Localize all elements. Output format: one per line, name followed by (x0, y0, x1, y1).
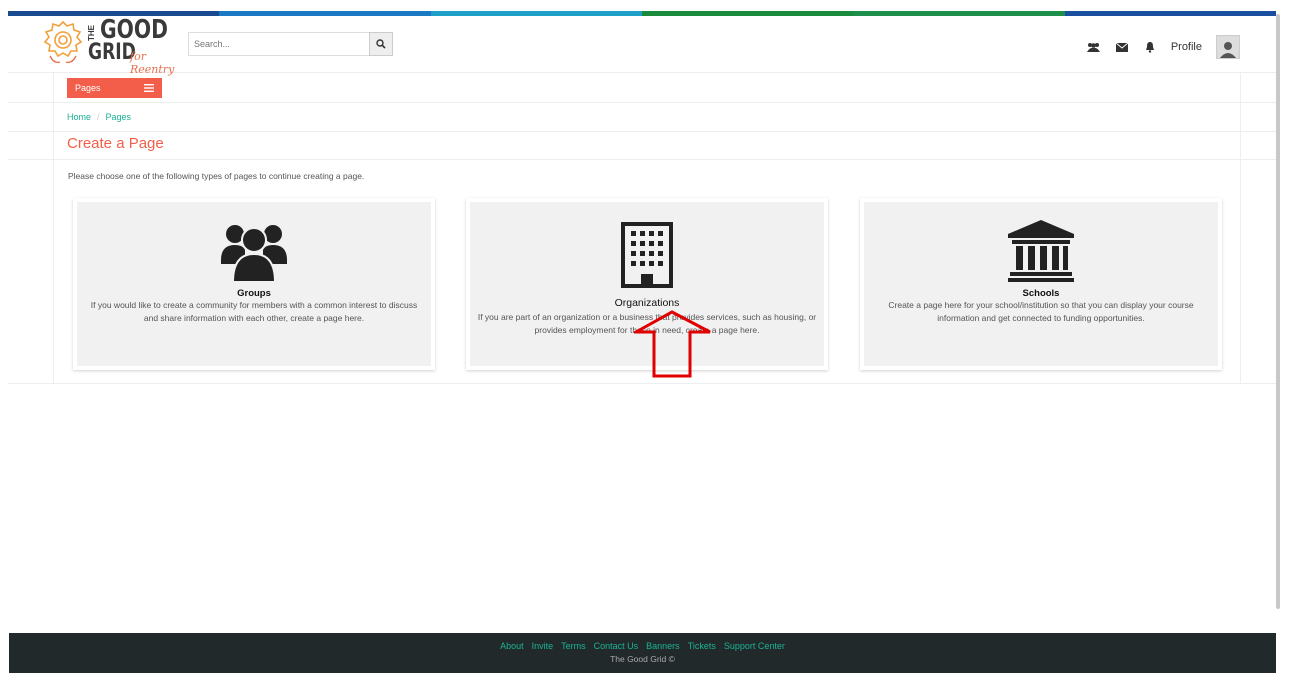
page-title: Create a Page (67, 135, 164, 152)
page-intro-text: Please choose one of the following types… (68, 171, 365, 181)
bell-icon[interactable] (1143, 40, 1157, 54)
footer-link-banners[interactable]: Banners (646, 641, 680, 651)
logo-grid-text: GRID (88, 40, 136, 65)
user-avatar-icon[interactable] (1216, 35, 1240, 59)
header-actions: Profile (1087, 35, 1240, 59)
envelope-icon[interactable] (1115, 40, 1129, 54)
breadcrumb-separator: / (97, 112, 100, 122)
annotation-arrow-icon (634, 310, 711, 378)
list-icon (144, 84, 154, 92)
footer-link-about[interactable]: About (500, 641, 524, 651)
breadcrumb-pages[interactable]: Pages (106, 112, 132, 122)
footer-copyright: The Good Grid © (610, 654, 675, 664)
card-schools-desc: Create a page here for your school/insti… (888, 300, 1194, 323)
footer-link-tickets[interactable]: Tickets (688, 641, 716, 651)
footer-link-terms[interactable]: Terms (561, 641, 586, 651)
site-header: THE GOOD GRID for Reentry Search... Prof… (8, 16, 1276, 76)
card-groups-desc: If you would like to create a community … (90, 300, 418, 323)
pages-nav-row: Pages (8, 72, 1276, 103)
card-groups-title: Groups (237, 288, 271, 299)
page-frame: THE GOOD GRID for Reentry Search... Prof… (8, 0, 1276, 685)
users-icon[interactable] (1087, 40, 1101, 54)
logo-the-text: THE (87, 25, 96, 41)
logo-gear-icon (43, 20, 83, 64)
breadcrumb: Home / Pages (67, 112, 131, 122)
title-row: Create a Page (8, 131, 1276, 160)
profile-link[interactable]: Profile (1171, 41, 1202, 53)
search-input[interactable] (188, 32, 369, 56)
card-schools-title: Schools (1022, 288, 1060, 299)
card-groups-body: Groups If you would like to create a com… (77, 202, 431, 366)
users-icon (221, 225, 287, 282)
footer-link-contact[interactable]: Contact Us (594, 641, 639, 651)
card-schools[interactable]: Schools Create a page here for your scho… (860, 198, 1222, 370)
site-logo[interactable]: THE GOOD GRID for Reentry (40, 16, 190, 76)
footer-link-support[interactable]: Support Center (724, 641, 785, 651)
institution-icon (1008, 220, 1074, 282)
card-schools-body: Schools Create a page here for your scho… (864, 202, 1218, 366)
card-groups[interactable]: Groups If you would like to create a com… (73, 198, 435, 370)
pages-button-label: Pages (75, 83, 101, 93)
card-organizations-title: Organizations (614, 297, 680, 309)
pages-menu-button[interactable]: Pages (67, 78, 162, 98)
scrollbar[interactable] (1276, 14, 1280, 609)
search-icon (376, 39, 386, 49)
site-footer: About Invite Terms Contact Us Banners Ti… (9, 633, 1276, 673)
building-icon (621, 222, 673, 288)
breadcrumb-home[interactable]: Home (67, 112, 91, 122)
footer-link-invite[interactable]: Invite (532, 641, 554, 651)
search-bar (188, 32, 393, 56)
breadcrumb-row: Home / Pages (8, 103, 1276, 132)
search-button[interactable] (369, 32, 393, 56)
footer-links: About Invite Terms Contact Us Banners Ti… (9, 633, 1276, 651)
